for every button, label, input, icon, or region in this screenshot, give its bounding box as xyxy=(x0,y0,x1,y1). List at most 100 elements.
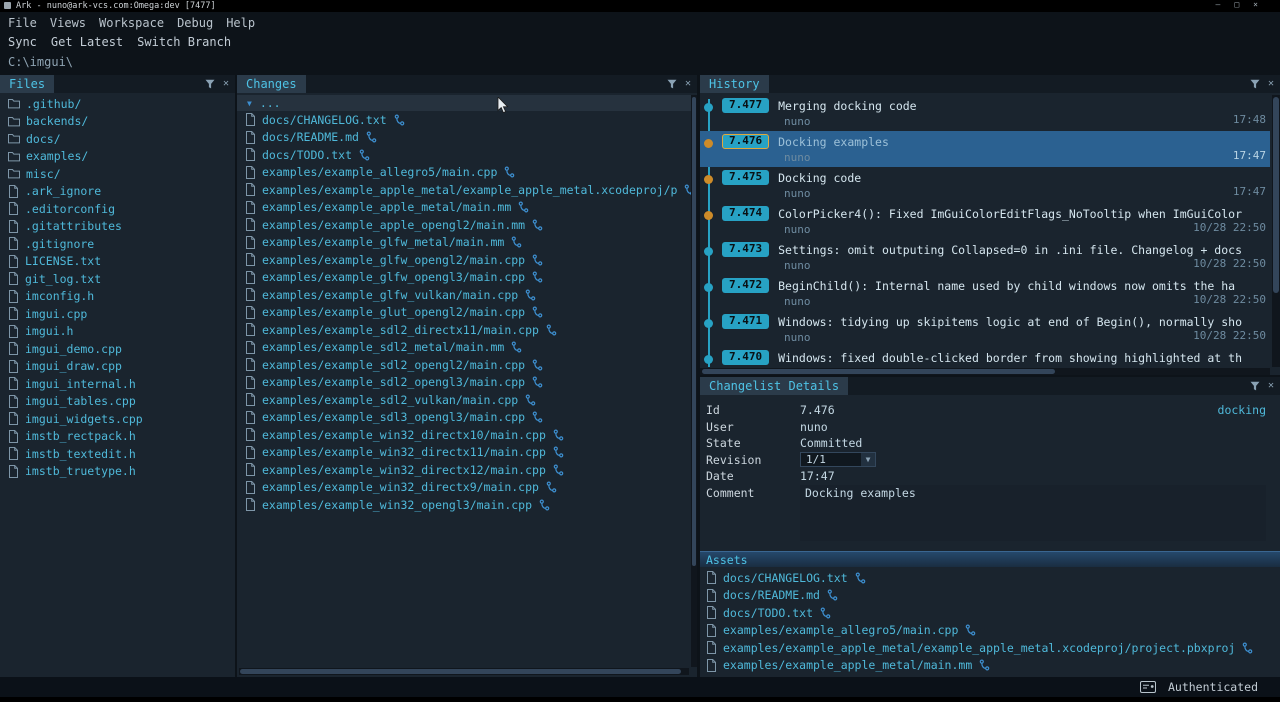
asset-file-item[interactable]: docs/TODO.txt xyxy=(700,604,1274,622)
file-tree-item[interactable]: imgui_widgets.cpp xyxy=(0,410,229,428)
file-tree-item[interactable]: imgui.h xyxy=(0,323,229,341)
changed-file-item[interactable]: examples/example_glfw_metal/main.mm xyxy=(237,234,691,252)
revision-select[interactable]: 1/1 ▼ xyxy=(800,452,876,467)
asset-file-item[interactable]: docs/CHANGELOG.txt xyxy=(700,569,1274,587)
history-vertical-scrollbar[interactable] xyxy=(1272,95,1280,367)
file-tree-item[interactable]: imstb_rectpack.h xyxy=(0,428,229,446)
revision-badge[interactable]: 7.475 xyxy=(722,170,769,185)
revision-badge[interactable]: 7.476 xyxy=(722,134,769,149)
file-tree-item[interactable]: imstb_textedit.h xyxy=(0,445,229,463)
close-icon[interactable]: ✕ xyxy=(685,79,691,89)
commit-row[interactable]: 7.473Settings: omit outputing Collapsed=… xyxy=(700,239,1270,275)
maximize-button[interactable]: □ xyxy=(1234,0,1239,9)
close-icon[interactable]: ✕ xyxy=(223,79,229,89)
file-tree-item[interactable]: git_log.txt xyxy=(0,270,229,288)
changed-file-item[interactable]: examples/example_sdl2_directx11/main.cpp xyxy=(237,321,691,339)
changed-file-item[interactable]: examples/example_apple_metal/main.mm xyxy=(237,199,691,217)
changed-file-item[interactable]: examples/example_glfw_opengl3/main.cpp xyxy=(237,269,691,287)
scrollbar-thumb[interactable] xyxy=(692,97,696,566)
file-tree-item[interactable]: .gitignore xyxy=(0,235,229,253)
scrollbar-thumb[interactable] xyxy=(1273,97,1279,293)
changed-file-item[interactable]: docs/CHANGELOG.txt xyxy=(237,111,691,129)
changed-file-item[interactable]: docs/TODO.txt xyxy=(237,146,691,164)
commit-row[interactable]: 7.472BeginChild(): Internal name used by… xyxy=(700,275,1270,311)
changes-vertical-scrollbar[interactable] xyxy=(691,95,697,667)
revision-badge[interactable]: 7.471 xyxy=(722,314,769,329)
file-tree-item[interactable]: imgui_tables.cpp xyxy=(0,393,229,411)
history-panel-title[interactable]: History xyxy=(700,75,769,93)
changed-file-item[interactable]: examples/example_sdl2_opengl3/main.cpp xyxy=(237,374,691,392)
changes-panel-title[interactable]: Changes xyxy=(237,75,306,93)
file-tree-item[interactable]: examples/ xyxy=(0,148,229,166)
scrollbar-thumb[interactable] xyxy=(240,669,681,674)
file-tree-item[interactable]: backends/ xyxy=(0,113,229,131)
details-panel-title[interactable]: Changelist Details xyxy=(700,377,848,395)
changed-file-item[interactable]: examples/example_win32_directx10/main.cp… xyxy=(237,426,691,444)
changed-file-item[interactable]: docs/README.md xyxy=(237,129,691,147)
changed-file-item[interactable]: examples/example_apple_metal/example_app… xyxy=(237,181,691,199)
file-tree-item[interactable]: .gitattributes xyxy=(0,218,229,236)
filter-icon[interactable] xyxy=(667,79,677,89)
changed-file-item[interactable]: examples/example_win32_directx11/main.cp… xyxy=(237,444,691,462)
changed-file-item[interactable]: examples/example_win32_opengl3/main.cpp xyxy=(237,496,691,514)
file-tree-item[interactable]: imconfig.h xyxy=(0,288,229,306)
changed-file-item[interactable]: examples/example_apple_opengl2/main.mm xyxy=(237,216,691,234)
changes-root-row[interactable]: ▼ ... xyxy=(237,95,691,111)
menu-item-help[interactable]: Help xyxy=(226,16,255,30)
changed-file-item[interactable]: examples/example_sdl2_vulkan/main.cpp xyxy=(237,391,691,409)
close-window-button[interactable]: × xyxy=(1253,0,1258,9)
commit-row[interactable]: 7.474ColorPicker4(): Fixed ImGuiColorEdi… xyxy=(700,203,1270,239)
revision-badge[interactable]: 7.470 xyxy=(722,350,769,365)
assets-section-header[interactable]: Assets xyxy=(700,551,1280,567)
changed-file-item[interactable]: examples/example_allegro5/main.cpp xyxy=(237,164,691,182)
toolbar-button-sync[interactable]: Sync xyxy=(8,35,37,49)
revision-badge[interactable]: 7.472 xyxy=(722,278,769,293)
menu-item-file[interactable]: File xyxy=(8,16,37,30)
changed-file-item[interactable]: examples/example_glut_opengl2/main.cpp xyxy=(237,304,691,322)
asset-file-item[interactable]: docs/README.md xyxy=(700,587,1274,605)
changed-file-item[interactable]: examples/example_sdl2_metal/main.mm xyxy=(237,339,691,357)
commit-row[interactable]: 7.477Merging docking codenuno17:48 xyxy=(700,95,1270,131)
asset-file-item[interactable]: examples/example_allegro5/main.cpp xyxy=(700,622,1274,640)
history-horizontal-scrollbar[interactable] xyxy=(700,368,1270,375)
toolbar-button-get-latest[interactable]: Get Latest xyxy=(51,35,123,49)
file-tree-item[interactable]: docs/ xyxy=(0,130,229,148)
file-tree-item[interactable]: .github/ xyxy=(0,95,229,113)
filter-icon[interactable] xyxy=(1250,79,1260,89)
files-panel-title[interactable]: Files xyxy=(0,75,54,93)
minimize-button[interactable]: – xyxy=(1216,0,1221,9)
file-tree-item[interactable]: misc/ xyxy=(0,165,229,183)
changed-file-item[interactable]: examples/example_glfw_vulkan/main.cpp xyxy=(237,286,691,304)
file-tree-item[interactable]: imgui_demo.cpp xyxy=(0,340,229,358)
file-tree-item[interactable]: .editorconfig xyxy=(0,200,229,218)
chevron-down-icon[interactable]: ▼ xyxy=(247,99,252,108)
revision-badge[interactable]: 7.473 xyxy=(722,242,769,257)
file-tree-item[interactable]: imgui_internal.h xyxy=(0,375,229,393)
close-icon[interactable]: ✕ xyxy=(1268,381,1274,391)
menu-item-workspace[interactable]: Workspace xyxy=(99,16,164,30)
changed-file-item[interactable]: examples/example_win32_directx9/main.cpp xyxy=(237,479,691,497)
file-tree-item[interactable]: .ark_ignore xyxy=(0,183,229,201)
menu-item-views[interactable]: Views xyxy=(50,16,86,30)
commit-row[interactable]: 7.476Docking examplesnuno17:47 xyxy=(700,131,1270,167)
menu-item-debug[interactable]: Debug xyxy=(177,16,213,30)
asset-file-item[interactable]: examples/example_apple_metal/example_app… xyxy=(700,639,1274,657)
scrollbar-thumb[interactable] xyxy=(702,369,1055,374)
changes-horizontal-scrollbar[interactable] xyxy=(239,668,689,675)
toolbar-button-switch-branch[interactable]: Switch Branch xyxy=(137,35,231,49)
filter-icon[interactable] xyxy=(1250,381,1260,391)
file-tree-item[interactable]: imstb_truetype.h xyxy=(0,463,229,481)
file-tree-item[interactable]: LICENSE.txt xyxy=(0,253,229,271)
file-tree-item[interactable]: imgui.cpp xyxy=(0,305,229,323)
changed-file-item[interactable]: examples/example_glfw_opengl2/main.cpp xyxy=(237,251,691,269)
chevron-down-icon[interactable]: ▼ xyxy=(861,453,875,466)
changed-file-item[interactable]: examples/example_win32_directx12/main.cp… xyxy=(237,461,691,479)
commit-row[interactable]: 7.471Windows: tidying up skipitems logic… xyxy=(700,311,1270,347)
close-icon[interactable]: ✕ xyxy=(1268,79,1274,89)
filter-icon[interactable] xyxy=(205,79,215,89)
revision-badge[interactable]: 7.477 xyxy=(722,98,769,113)
commit-row[interactable]: 7.470Windows: fixed double-clicked borde… xyxy=(700,347,1270,367)
asset-file-item[interactable]: examples/example_apple_metal/main.mm xyxy=(700,657,1274,675)
changed-file-item[interactable]: examples/example_sdl2_opengl2/main.cpp xyxy=(237,356,691,374)
revision-badge[interactable]: 7.474 xyxy=(722,206,769,221)
